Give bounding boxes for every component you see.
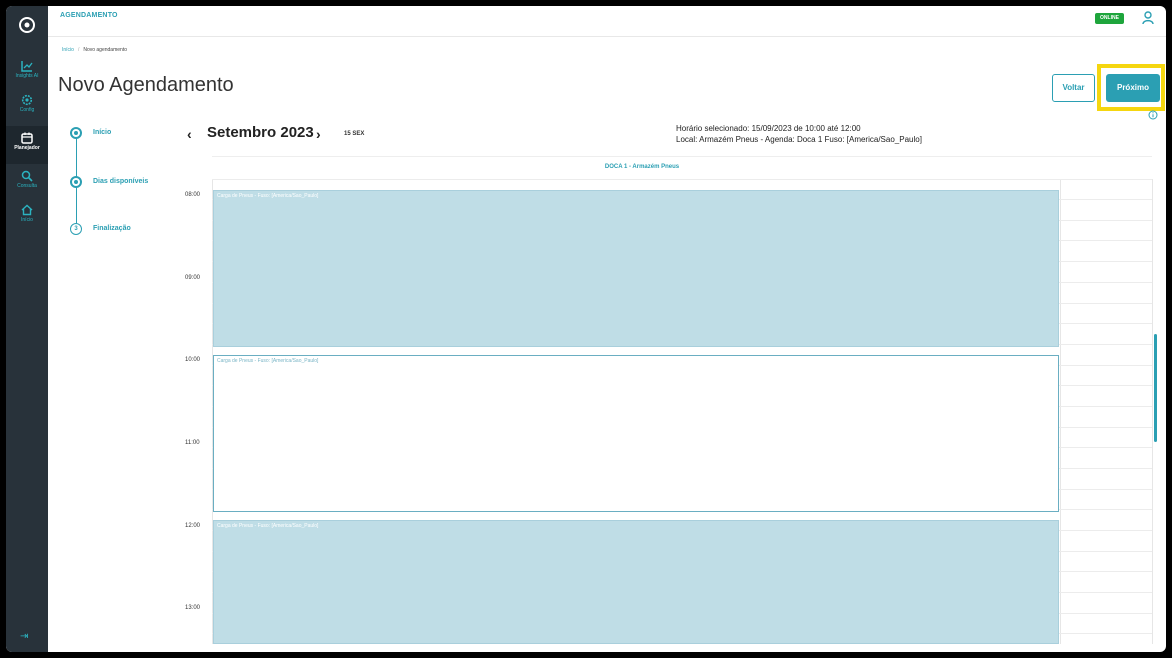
event-label: Carga de Pneus - Fuso: [America/Sao_Paul… [217, 193, 319, 199]
breadcrumb-home-link[interactable]: Início [62, 47, 74, 53]
step-2-label[interactable]: Dias disponíveis [93, 178, 148, 185]
breadcrumb-current: Novo agendamento [83, 47, 127, 53]
user-icon[interactable] [1142, 11, 1154, 25]
sidebar-item-planejador[interactable]: Planejador [6, 132, 48, 151]
info-icon[interactable] [1148, 110, 1158, 120]
next-month-button[interactable]: › [316, 126, 321, 142]
sidebar: Insights AI Config Planejador Consulta I… [6, 6, 48, 652]
selected-day: 15 SEX [344, 131, 365, 137]
home-icon [21, 204, 33, 216]
page-title: Novo Agendamento [58, 74, 234, 96]
time-label: 09:00 [185, 275, 201, 281]
calendar-grid: DOCA 1 - Armazém Pneus 08:00 09:00 10:00… [185, 156, 1162, 646]
step-1-indicator [70, 127, 82, 139]
selection-info: Horário selecionado: 15/09/2023 de 10:00… [676, 123, 922, 145]
month-label: Setembro 2023 [207, 124, 314, 141]
step-2-indicator [70, 176, 82, 188]
app-title: AGENDAMENTO [60, 12, 118, 19]
calendar-column-title: DOCA 1 - Armazém Pneus [604, 164, 680, 170]
time-label: 12:00 [185, 523, 201, 529]
selection-time: Horário selecionado: 15/09/2023 de 10:00… [676, 124, 861, 133]
app-window: Insights AI Config Planejador Consulta I… [6, 6, 1166, 652]
time-label: 10:00 [185, 357, 201, 363]
calendar-column-header: DOCA 1 - Armazém Pneus [212, 156, 1152, 180]
next-button[interactable]: Próximo [1106, 74, 1160, 102]
back-button[interactable]: Voltar [1052, 74, 1095, 102]
status-badge: ONLINE [1095, 13, 1124, 24]
breadcrumb: Início / Novo agendamento [62, 47, 127, 53]
sidebar-item-insights[interactable]: Insights AI [6, 60, 48, 79]
sidebar-item-label: Insights AI [15, 73, 39, 79]
time-label: 13:00 [185, 605, 201, 611]
calendar-event[interactable]: Carga de Pneus - Fuso: [America/Sao_Paul… [213, 520, 1059, 644]
calendar-body: 08:00 09:00 10:00 11:00 12:00 13:00 Carg… [185, 179, 1153, 644]
sidebar-item-consulta[interactable]: Consulta [6, 170, 48, 189]
step-3-indicator: 3 [70, 223, 82, 235]
sidebar-item-label: Config [19, 107, 35, 113]
search-icon [21, 170, 33, 182]
event-label: Carga de Pneus - Fuso: [America/Sao_Paul… [217, 358, 319, 364]
sidebar-item-label: Consulta [17, 183, 37, 189]
chart-icon [21, 61, 33, 72]
sidebar-item-label: Planejador [14, 145, 40, 151]
sidebar-item-label: Início [21, 217, 33, 223]
header-divider [48, 36, 1166, 37]
time-label: 08:00 [185, 192, 201, 198]
scrollbar[interactable] [1154, 334, 1157, 442]
calendar-event-selected[interactable]: Carga de Pneus - Fuso: [America/Sao_Paul… [213, 355, 1059, 512]
selection-location: Local: Armazém Pneus - Agenda: Doca 1 Fu… [676, 135, 922, 144]
prev-month-button[interactable]: ‹ [187, 126, 192, 142]
step-1-label[interactable]: Início [93, 129, 111, 136]
logout-icon[interactable]: ⇥ [20, 631, 28, 642]
gear-icon [21, 94, 33, 106]
step-3-label[interactable]: Finalização [93, 225, 131, 232]
calendar-icon [21, 132, 33, 144]
breadcrumb-separator: / [77, 47, 80, 53]
grid-line [1152, 179, 1153, 644]
time-label: 11:00 [185, 440, 200, 446]
app-logo-icon[interactable] [18, 16, 36, 34]
event-label: Carga de Pneus - Fuso: [America/Sao_Paul… [217, 523, 319, 529]
grid-line [1060, 179, 1061, 644]
sidebar-item-config[interactable]: Config [6, 94, 48, 113]
calendar-event[interactable]: Carga de Pneus - Fuso: [America/Sao_Paul… [213, 190, 1059, 347]
grid-line [212, 179, 1152, 180]
sidebar-item-inicio[interactable]: Início [6, 204, 48, 223]
